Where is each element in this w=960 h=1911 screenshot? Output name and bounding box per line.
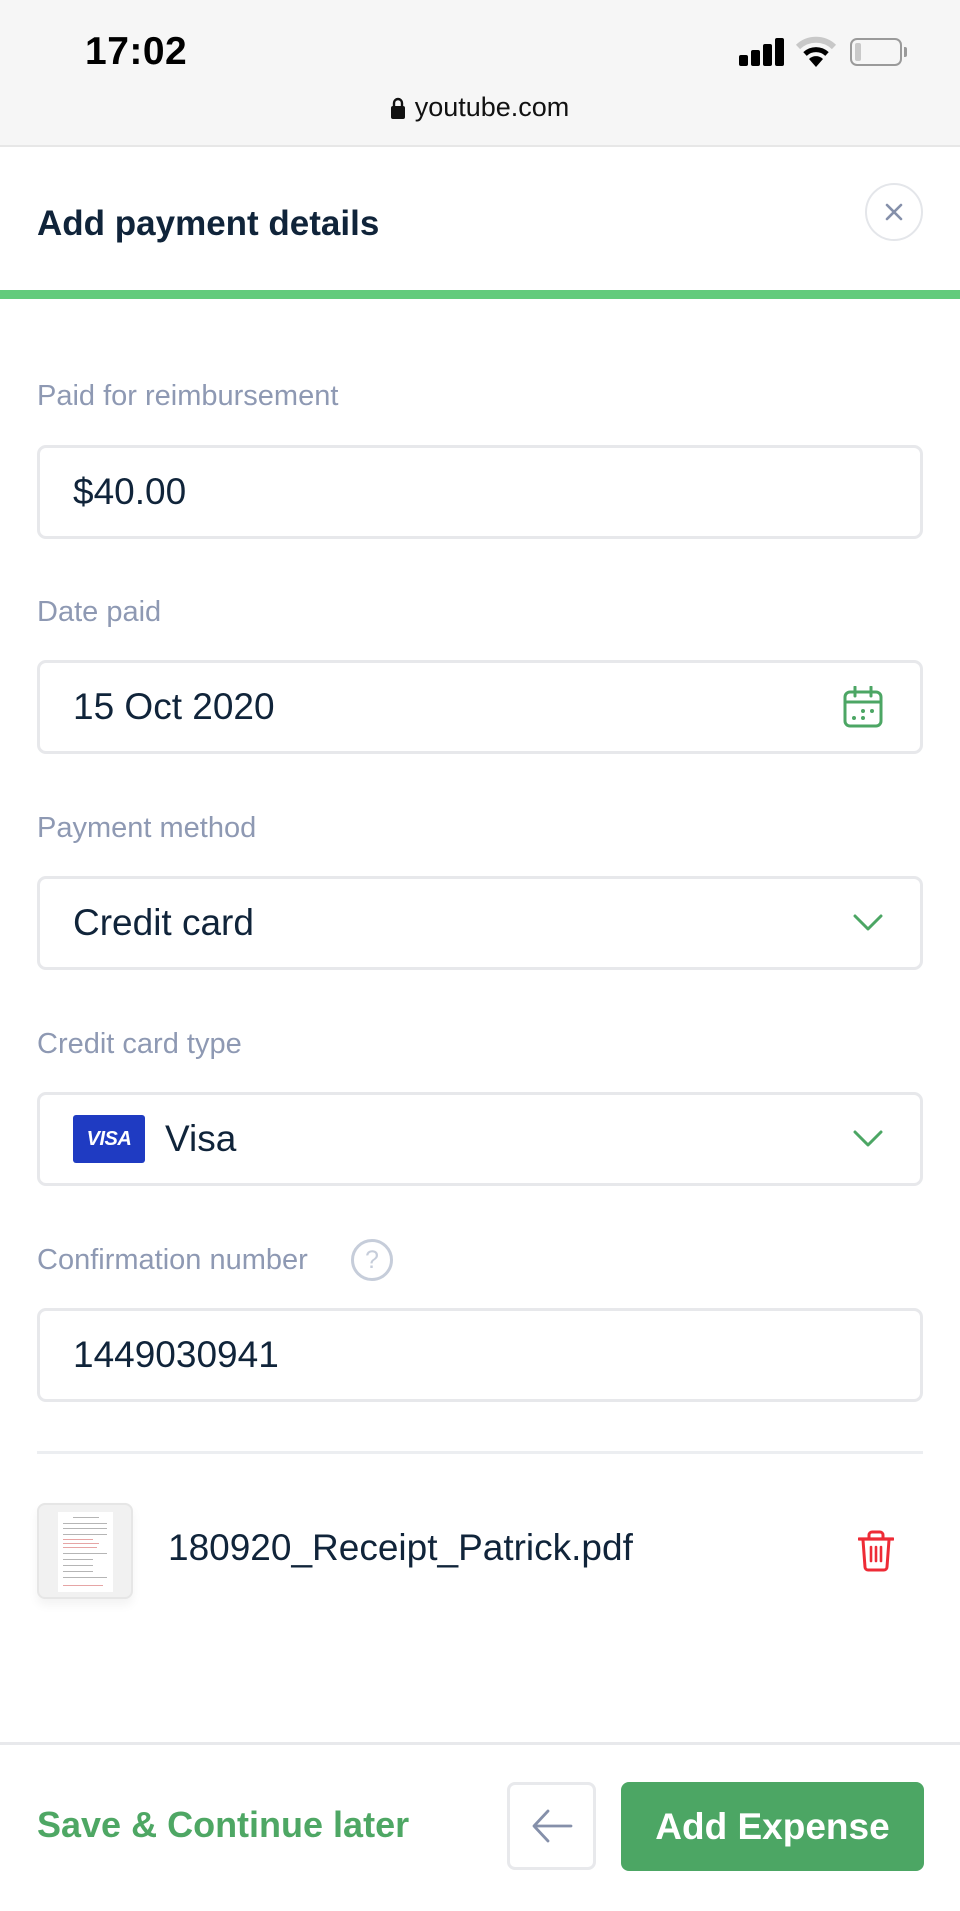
close-icon — [885, 203, 903, 221]
chevron-down-icon — [853, 914, 883, 931]
receipt-thumbnail[interactable] — [37, 1503, 133, 1599]
chevron-down-icon — [853, 1130, 883, 1147]
confirmation-number-value: 1449030941 — [73, 1334, 279, 1375]
wifi-icon — [796, 36, 836, 67]
card-type-select[interactable]: VISA Visa — [37, 1092, 923, 1186]
attachment-file-name[interactable]: 180920_Receipt_Patrick.pdf — [168, 1527, 633, 1569]
field-label-date-paid: Date paid — [37, 596, 162, 628]
address-bar[interactable]: youtube.com — [0, 92, 960, 123]
field-label-card-type: Credit card type — [37, 1028, 242, 1060]
field-label-amount: Paid for reimbursement — [37, 380, 339, 412]
battery-icon — [850, 38, 902, 66]
help-icon[interactable]: ? — [351, 1239, 393, 1281]
amount-value: $40.00 — [73, 471, 187, 512]
back-button[interactable] — [507, 1782, 596, 1870]
trash-icon — [858, 1530, 894, 1572]
card-type-value: Visa — [165, 1118, 237, 1159]
amount-input[interactable]: $40.00 — [37, 445, 923, 539]
signal-icon — [739, 38, 784, 66]
close-button[interactable] — [865, 183, 923, 241]
chevron-container — [853, 1130, 883, 1148]
delete-attachment-button[interactable] — [852, 1525, 900, 1577]
calendar-button[interactable] — [843, 686, 883, 728]
url-text: youtube.com — [414, 92, 570, 122]
section-divider — [37, 1451, 923, 1454]
battery-nub — [904, 47, 907, 57]
confirmation-number-input[interactable]: 1449030941 — [37, 1308, 923, 1402]
lock-icon — [390, 97, 405, 119]
arrow-left-icon — [532, 1809, 572, 1843]
add-expense-button[interactable]: Add Expense — [621, 1782, 924, 1871]
visa-logo: VISA — [73, 1115, 145, 1163]
save-continue-later-button[interactable]: Save & Continue later — [37, 1804, 409, 1846]
progress-bar — [0, 290, 960, 299]
date-paid-value: 15 Oct 2020 — [73, 686, 275, 727]
payment-method-value: Credit card — [73, 902, 254, 943]
browser-status-bar: 17:02 youtube.com — [0, 0, 960, 147]
field-label-confirmation-number: Confirmation number — [37, 1244, 308, 1276]
date-paid-input[interactable]: 15 Oct 2020 — [37, 660, 923, 754]
calendar-icon — [843, 686, 883, 728]
document-thumbnail — [58, 1512, 113, 1592]
page-title: Add payment details — [37, 204, 380, 243]
payment-method-select[interactable]: Credit card — [37, 876, 923, 970]
field-label-payment-method: Payment method — [37, 812, 257, 844]
clock-time: 17:02 — [85, 30, 188, 73]
progress-bar-fill — [0, 290, 960, 299]
chevron-container — [853, 914, 883, 932]
